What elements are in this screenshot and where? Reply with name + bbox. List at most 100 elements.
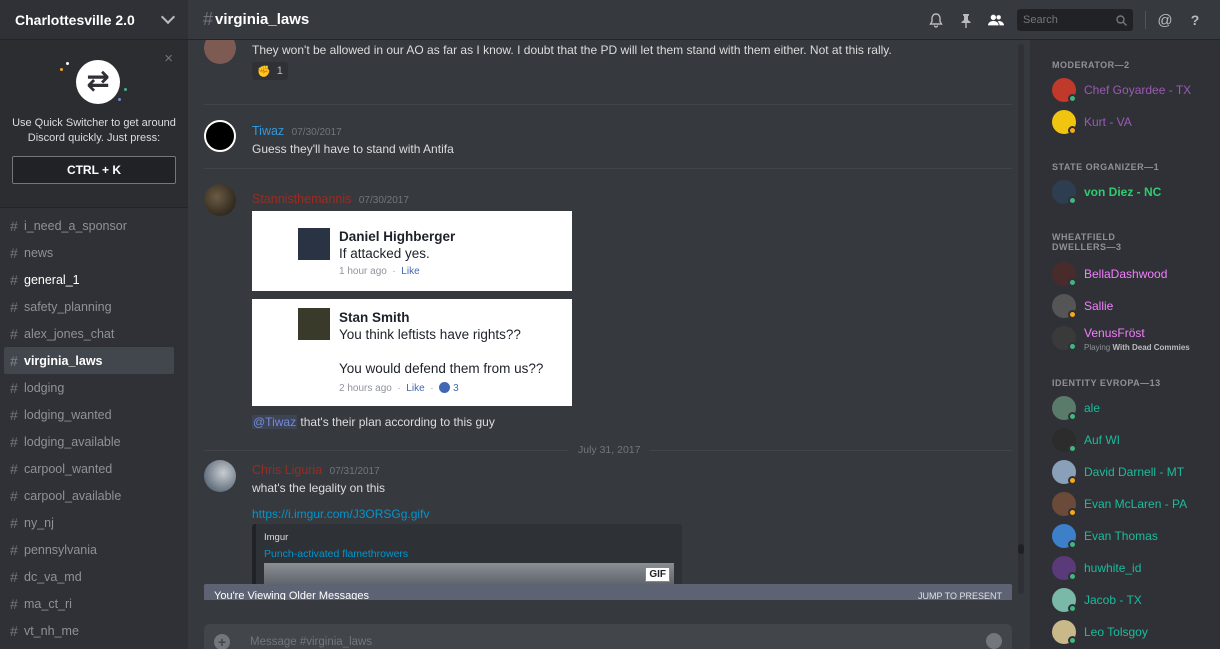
comment-text: You would defend them from us?? bbox=[339, 361, 544, 376]
timestamp: 07/30/2017 bbox=[291, 127, 342, 138]
channel-item-news[interactable]: # news bbox=[4, 239, 174, 266]
user-mention[interactable]: @Tiwaz bbox=[252, 415, 298, 429]
status-indicator bbox=[1068, 476, 1077, 485]
member-item[interactable]: Evan Thomas bbox=[1052, 522, 1220, 550]
avatar[interactable] bbox=[204, 120, 236, 152]
member-item[interactable]: Leo Tolsgoy bbox=[1052, 618, 1220, 646]
status-indicator bbox=[1068, 196, 1077, 205]
channel-item-carpool_wanted[interactable]: # carpool_wanted bbox=[4, 455, 174, 482]
chat-header: # virginia_laws @ ? bbox=[188, 0, 1220, 40]
member-item[interactable]: ale bbox=[1052, 394, 1220, 422]
chevron-down-icon[interactable] bbox=[160, 9, 176, 25]
bell-icon[interactable] bbox=[928, 12, 944, 28]
commenter-avatar bbox=[298, 308, 330, 340]
help-icon[interactable]: ? bbox=[1187, 12, 1203, 28]
timestamp: 07/31/2017 bbox=[329, 466, 380, 477]
hash-icon: # bbox=[10, 541, 18, 558]
search-box[interactable] bbox=[1017, 9, 1133, 31]
scrollbar-track[interactable] bbox=[1018, 44, 1024, 594]
message-divider bbox=[204, 168, 1012, 169]
older-messages-bar[interactable]: You're Viewing Older Messages JUMP TO PR… bbox=[204, 584, 1012, 600]
channel-name: pennsylvania bbox=[24, 542, 97, 557]
like-icon bbox=[439, 382, 451, 393]
channel-title: virginia_laws bbox=[215, 11, 310, 28]
date-label: July 31, 2017 bbox=[568, 444, 651, 456]
member-item[interactable]: Chef Goyardee - TX bbox=[1052, 76, 1220, 104]
embed-title[interactable]: Punch-activated flamethrowers bbox=[264, 548, 408, 560]
channel-item-lodging_available[interactable]: # lodging_available bbox=[4, 428, 174, 455]
image-attachment[interactable]: Stan Smith You think leftists have right… bbox=[252, 299, 572, 406]
commenter-name: Daniel Highberger bbox=[339, 229, 456, 244]
status-indicator bbox=[1068, 604, 1077, 613]
member-item[interactable]: VenusFröst Playing With Dead Commies bbox=[1052, 324, 1220, 352]
channel-item-alex_jones_chat[interactable]: # alex_jones_chat bbox=[4, 320, 174, 347]
quick-switcher-text: Discord quickly. Just press: bbox=[27, 132, 161, 144]
server-header[interactable]: Charlottesville 2.0 bbox=[0, 0, 188, 40]
status-indicator bbox=[1068, 540, 1077, 549]
channel-item-safety_planning[interactable]: # safety_planning bbox=[4, 293, 174, 320]
channel-item-general_1[interactable]: # general_1 bbox=[4, 266, 174, 293]
channel-name: general_1 bbox=[24, 272, 80, 287]
member-item[interactable]: BellaDashwood bbox=[1052, 260, 1220, 288]
shortcut-key[interactable]: CTRL + K bbox=[12, 156, 176, 184]
status-indicator bbox=[1068, 444, 1077, 453]
avatar[interactable] bbox=[204, 460, 236, 492]
member-name: Evan Thomas bbox=[1084, 529, 1158, 543]
member-name: ale bbox=[1084, 401, 1101, 415]
hash-icon: # bbox=[203, 9, 214, 29]
channel-item-vt_nh_me[interactable]: # vt_nh_me bbox=[4, 617, 174, 644]
sparkle-icon bbox=[124, 88, 127, 91]
quick-switcher-promo: × ⇄ Use Quick Switcher to get around Dis… bbox=[0, 40, 188, 208]
role-header: STATE ORGANIZER—1 bbox=[1052, 162, 1160, 172]
author-name[interactable]: Chris Liguria bbox=[252, 463, 322, 477]
channel-name: news bbox=[24, 245, 54, 260]
jump-to-present-button[interactable]: JUMP TO PRESENT bbox=[918, 591, 1002, 600]
channel-item-ny_nj[interactable]: # ny_nj bbox=[4, 509, 174, 536]
channel-item-dc_va_md[interactable]: # dc_va_md bbox=[4, 563, 174, 590]
members-icon[interactable] bbox=[988, 12, 1004, 28]
channel-item-pennsylvania[interactable]: # pennsylvania bbox=[4, 536, 174, 563]
channel-name: ny_nj bbox=[24, 515, 54, 530]
member-item[interactable]: Sallie bbox=[1052, 292, 1220, 320]
hash-icon: # bbox=[10, 487, 18, 504]
member-name: von Diez - NC bbox=[1084, 185, 1162, 199]
image-attachment[interactable]: Daniel Highberger If attacked yes. 1 hou… bbox=[252, 211, 572, 291]
message-link[interactable]: https://i.imgur.com/J3ORSGg.gifv bbox=[252, 507, 429, 521]
reaction[interactable]: ✊ 1 bbox=[252, 62, 288, 80]
message-text: what's the legality on this bbox=[252, 481, 386, 495]
member-item[interactable]: von Diez - NC bbox=[1052, 178, 1220, 206]
search-icon bbox=[1116, 14, 1127, 26]
mentions-icon[interactable]: @ bbox=[1157, 12, 1173, 29]
avatar[interactable] bbox=[204, 40, 236, 64]
avatar[interactable] bbox=[204, 184, 236, 216]
status-indicator bbox=[1068, 342, 1077, 351]
member-item[interactable]: Auf WI bbox=[1052, 426, 1220, 454]
member-item[interactable]: Jacob - TX bbox=[1052, 586, 1220, 614]
close-icon[interactable]: × bbox=[164, 50, 173, 67]
member-item[interactable]: David Darnell - MT bbox=[1052, 458, 1220, 486]
member-item[interactable]: huwhite_id bbox=[1052, 554, 1220, 582]
swap-arrows-icon: ⇄ bbox=[76, 60, 120, 104]
channel-item-virginia_laws[interactable]: # virginia_laws bbox=[4, 347, 174, 374]
author-name[interactable]: Tiwaz bbox=[252, 124, 284, 138]
member-item[interactable]: Kurt - VA bbox=[1052, 108, 1220, 136]
author-name[interactable]: Stannisthemannis bbox=[252, 192, 351, 206]
channel-item-lodging_wanted[interactable]: # lodging_wanted bbox=[4, 401, 174, 428]
hash-icon: # bbox=[10, 217, 18, 234]
member-name: Jacob - TX bbox=[1084, 593, 1142, 607]
scrollbar-thumb[interactable] bbox=[1018, 544, 1024, 554]
channel-item-lodging[interactable]: # lodging bbox=[4, 374, 174, 401]
search-input[interactable] bbox=[1023, 14, 1103, 26]
channel-item-ma_ct_ri[interactable]: # ma_ct_ri bbox=[4, 590, 174, 617]
emoji-picker-icon[interactable] bbox=[986, 633, 1002, 649]
message-input[interactable] bbox=[250, 636, 950, 648]
channel-item-i_need_a_sponsor[interactable]: # i_need_a_sponsor bbox=[4, 212, 174, 239]
hash-icon: # bbox=[10, 325, 18, 342]
channel-item-carpool_available[interactable]: # carpool_available bbox=[4, 482, 174, 509]
status-indicator bbox=[1068, 508, 1077, 517]
member-item[interactable]: Evan McLaren - PA bbox=[1052, 490, 1220, 518]
pin-icon[interactable] bbox=[958, 12, 974, 28]
member-name: Leo Tolsgoy bbox=[1084, 625, 1148, 639]
sparkle-icon bbox=[60, 68, 63, 71]
upload-plus-icon[interactable]: + bbox=[214, 634, 230, 649]
